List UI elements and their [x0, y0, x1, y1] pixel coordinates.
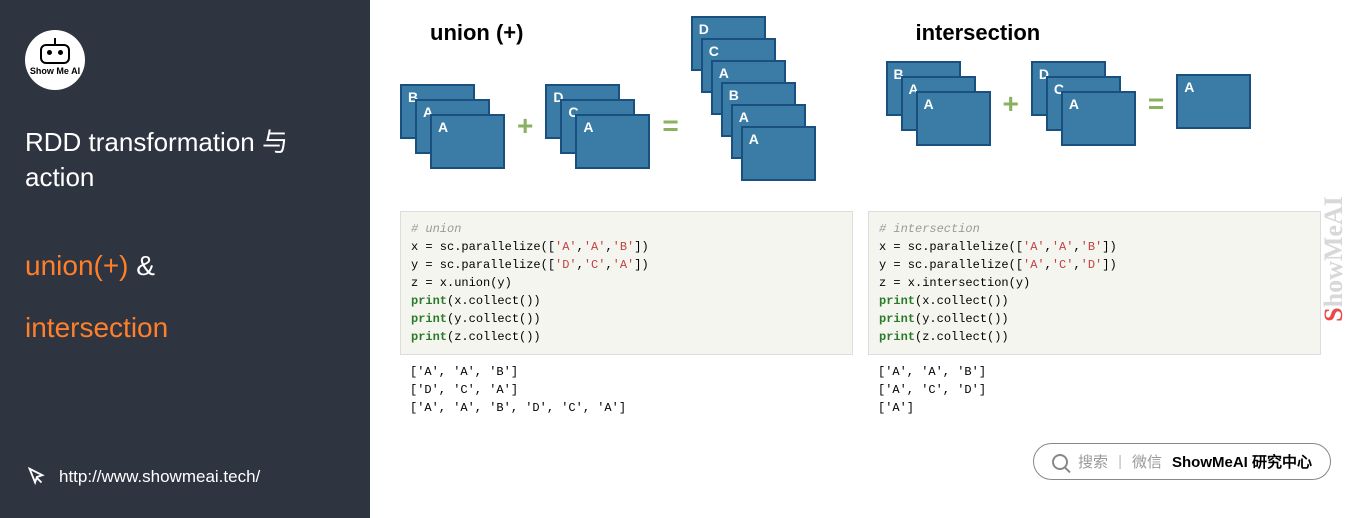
code-line: print(z.collect()): [411, 328, 842, 346]
code-line: # union: [411, 220, 842, 238]
plus-icon: +: [517, 110, 533, 142]
intersection-diagram: intersection B A A + D C A = A: [886, 20, 1322, 191]
card: A: [1061, 91, 1136, 146]
search-pill[interactable]: 搜索 | 微信 ShowMeAI 研究中心: [1033, 443, 1331, 480]
intersection-title: intersection: [886, 20, 1322, 46]
output-line: ['A', 'A', 'B']: [410, 363, 843, 381]
code-line: print(y.collect()): [879, 310, 1310, 328]
inter-result: A: [1176, 74, 1256, 134]
main-content: union (+) B A A + D C A = D C A: [370, 0, 1361, 518]
diagrams-row: union (+) B A A + D C A = D C A: [400, 20, 1321, 191]
brand-watermark: ShowMeAI: [1319, 196, 1349, 322]
output-line: ['A', 'A', 'B']: [878, 363, 1311, 381]
code-line: x = sc.parallelize(['A','A','B']): [879, 238, 1310, 256]
search-icon: [1052, 454, 1068, 470]
op-intersection: intersection: [25, 312, 345, 344]
sidebar: Show Me AI RDD transformation 与action un…: [0, 0, 370, 518]
code-line: x = sc.parallelize(['A','A','B']): [411, 238, 842, 256]
equals-icon: =: [1148, 88, 1164, 120]
code-line: z = x.intersection(y): [879, 274, 1310, 292]
brand-name: ShowMeAI 研究中心: [1172, 451, 1312, 472]
code-line: print(y.collect()): [411, 310, 842, 328]
code-blocks: # union x = sc.parallelize(['A','A','B']…: [400, 211, 1321, 425]
robot-face-icon: [40, 44, 70, 64]
logo: Show Me AI: [25, 30, 85, 90]
url-row: http://www.showmeai.tech/: [25, 466, 260, 488]
output-line: ['A']: [878, 399, 1311, 417]
intersection-code: # intersection x = sc.parallelize(['A','…: [868, 211, 1321, 425]
card: A: [741, 126, 816, 181]
code-line: y = sc.parallelize(['D','C','A']): [411, 256, 842, 274]
search-label: 搜索: [1078, 451, 1108, 472]
equals-icon: =: [662, 110, 678, 142]
output-line: ['D', 'C', 'A']: [410, 381, 843, 399]
code-line: print(z.collect()): [879, 328, 1310, 346]
code-line: # intersection: [879, 220, 1310, 238]
inter-stack-a: B A A: [886, 61, 991, 146]
plus-icon: +: [1003, 88, 1019, 120]
card: A: [430, 114, 505, 169]
union-result: D C A B A A: [691, 16, 821, 191]
cursor-click-icon: [25, 466, 47, 488]
code-line: print(x.collect()): [879, 292, 1310, 310]
wechat-label: 微信: [1132, 451, 1162, 472]
logo-text: Show Me AI: [30, 66, 80, 76]
code-line: z = x.union(y): [411, 274, 842, 292]
union-stack-a: B A A: [400, 84, 505, 169]
union-diagram: union (+) B A A + D C A = D C A: [400, 20, 836, 191]
inter-stack-b: D C A: [1031, 61, 1136, 146]
slide-title: RDD transformation 与action: [25, 125, 345, 195]
op-union: union(+) &: [25, 250, 345, 282]
union-code: # union x = sc.parallelize(['A','A','B']…: [400, 211, 853, 425]
card: A: [916, 91, 991, 146]
separator: |: [1118, 453, 1122, 470]
code-line: y = sc.parallelize(['A','C','D']): [879, 256, 1310, 274]
code-line: print(x.collect()): [411, 292, 842, 310]
output-line: ['A', 'A', 'B', 'D', 'C', 'A']: [410, 399, 843, 417]
card: A: [1176, 74, 1251, 129]
url-text: http://www.showmeai.tech/: [59, 467, 260, 487]
card: A: [575, 114, 650, 169]
union-stack-b: D C A: [545, 84, 650, 169]
output-line: ['A', 'C', 'D']: [878, 381, 1311, 399]
